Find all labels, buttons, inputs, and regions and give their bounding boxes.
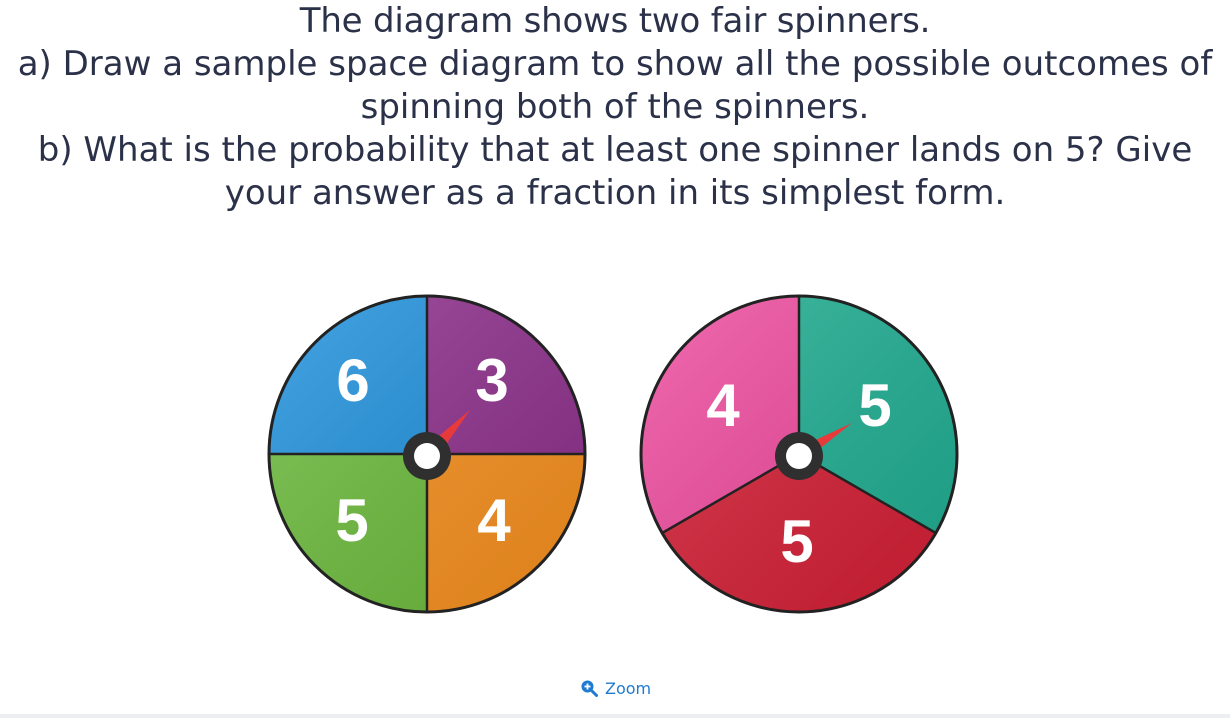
- zoom-label: Zoom: [605, 678, 652, 698]
- spinner-b-label-3: 5: [780, 508, 813, 575]
- zoom-in-icon: [581, 680, 598, 697]
- spinners-diagram: 6 3 4 5 4 5 5: [267, 294, 959, 614]
- spinner-b-label-1: 4: [706, 372, 740, 439]
- spinner-b: 4 5 5: [639, 294, 959, 614]
- spinner-a-label-3: 4: [477, 487, 511, 554]
- spinner-a-hub-center: [414, 443, 440, 469]
- bottom-divider: [0, 714, 1230, 718]
- spinner-b-label-2: 5: [858, 372, 891, 439]
- spinner-a-label-4: 5: [335, 487, 368, 554]
- spinner-b-hub-center: [786, 443, 812, 469]
- spinner-a: 6 3 4 5: [267, 294, 587, 614]
- zoom-button[interactable]: Zoom: [580, 676, 651, 700]
- spinner-a-label-1: 6: [336, 347, 369, 414]
- spinner-a-label-2: 3: [475, 347, 508, 414]
